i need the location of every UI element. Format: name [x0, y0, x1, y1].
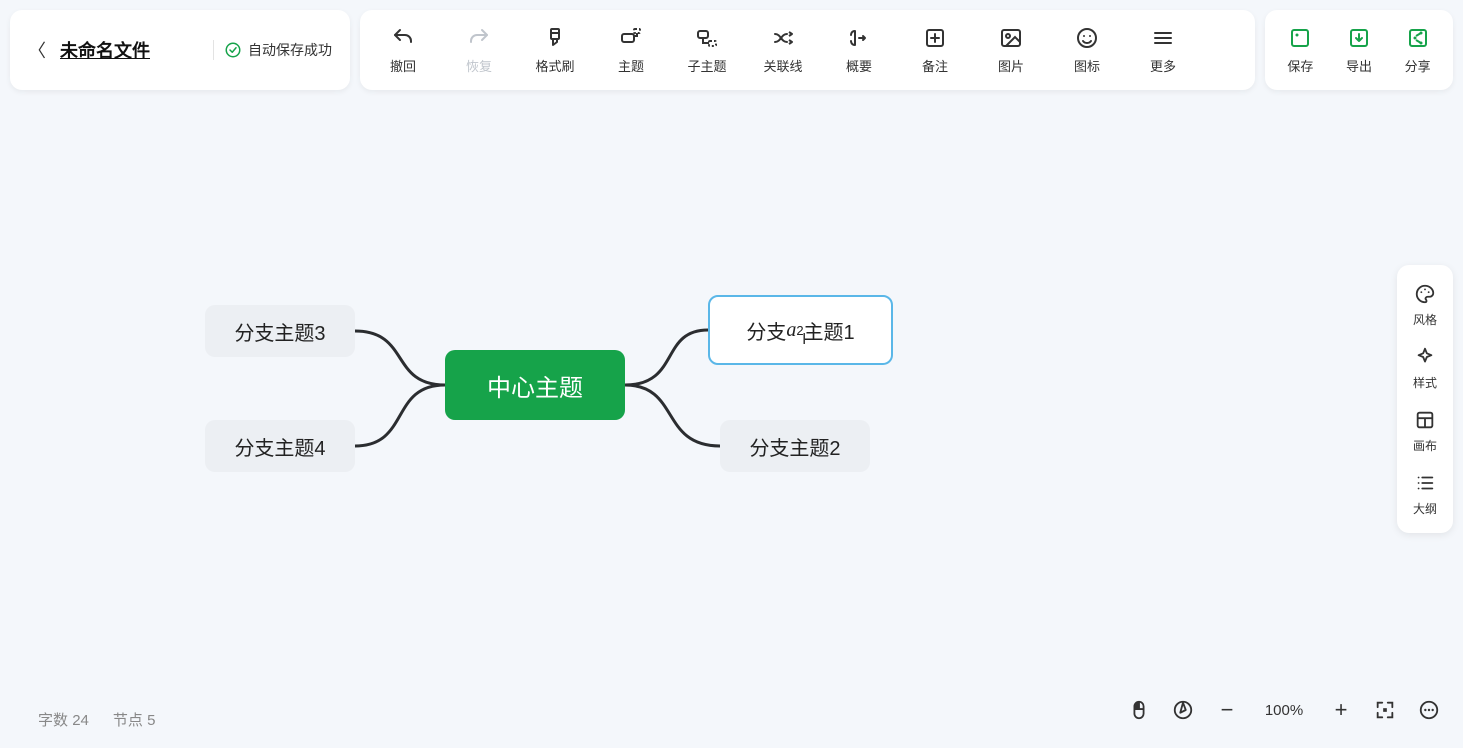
save-label: 保存: [1287, 56, 1313, 75]
center-node[interactable]: 中心主题: [445, 350, 625, 420]
topic-label: 主题: [618, 56, 644, 75]
note-icon: [923, 26, 947, 50]
footer-stats: 字数 24 节点 5: [38, 709, 155, 730]
relation-icon: [771, 26, 795, 50]
dots-icon: [1418, 699, 1440, 721]
export-label: 导出: [1346, 56, 1372, 75]
mindmap-canvas[interactable]: 中心主题 分支a2主题1 I 分支主题2 分支主题3 分支主题4: [0, 100, 1463, 748]
more-label: 更多: [1150, 56, 1176, 75]
summary-icon: [847, 26, 871, 50]
export-button[interactable]: 导出: [1330, 20, 1389, 80]
subtopic-icon: [695, 26, 719, 50]
subtopic-button[interactable]: 子主题: [674, 20, 740, 80]
summary-label: 概要: [846, 56, 872, 75]
branch-node-2[interactable]: 分支主题2: [720, 420, 870, 472]
undo-button[interactable]: 撤回: [370, 20, 436, 80]
title-panel: 〈 未命名文件 自动保存成功: [10, 10, 350, 90]
save-status: 自动保存成功: [213, 40, 332, 60]
fit-screen-button[interactable]: [1373, 698, 1397, 722]
image-button[interactable]: 图片: [978, 20, 1044, 80]
check-icon: [224, 41, 242, 59]
save-status-text: 自动保存成功: [248, 40, 332, 60]
share-icon: [1406, 26, 1430, 50]
compass-button[interactable]: [1171, 698, 1195, 722]
redo-label: 恢复: [466, 56, 492, 75]
more-options-button[interactable]: [1417, 698, 1441, 722]
zoom-out-button[interactable]: −: [1215, 698, 1239, 722]
text-cursor-icon: I: [802, 331, 806, 349]
redo-button[interactable]: 恢复: [446, 20, 512, 80]
topic-icon: [619, 26, 643, 50]
word-count: 字数 24: [38, 709, 89, 730]
fit-icon: [1374, 699, 1396, 721]
filename[interactable]: 未命名文件: [60, 37, 150, 63]
share-button[interactable]: 分享: [1388, 20, 1447, 80]
branch-1-pre: 分支: [746, 316, 786, 345]
smile-icon: [1075, 26, 1099, 50]
zoom-percent[interactable]: 100%: [1259, 702, 1309, 719]
branch-node-4[interactable]: 分支主题4: [205, 420, 355, 472]
note-label: 备注: [922, 56, 948, 75]
zoom-in-button[interactable]: +: [1329, 698, 1353, 722]
format-brush-label: 格式刷: [535, 56, 574, 75]
save-icon: [1288, 26, 1312, 50]
relation-label: 关联线: [763, 56, 802, 75]
brush-icon: [543, 26, 567, 50]
mouse-icon: [1128, 699, 1150, 721]
node-count: 节点 5: [113, 709, 156, 730]
image-icon: [999, 26, 1023, 50]
image-label: 图片: [998, 56, 1024, 75]
note-button[interactable]: 备注: [902, 20, 968, 80]
redo-icon: [467, 26, 491, 50]
export-icon: [1347, 26, 1371, 50]
icon-button[interactable]: 图标: [1054, 20, 1120, 80]
topbar: 〈 未命名文件 自动保存成功 撤回 恢复 格式刷 主题 子主题 关联线 概要 备注 图片 图标 更多…: [0, 10, 1463, 90]
back-button[interactable]: 〈: [28, 37, 46, 63]
summary-button[interactable]: 概要: [826, 20, 892, 80]
format-brush-button[interactable]: 格式刷: [522, 20, 588, 80]
branch-node-1[interactable]: 分支a2主题1 I: [708, 295, 893, 365]
icon-label: 图标: [1074, 56, 1100, 75]
more-icon: [1151, 26, 1175, 50]
relation-button[interactable]: 关联线: [750, 20, 816, 80]
save-button[interactable]: 保存: [1271, 20, 1330, 80]
mouse-mode-button[interactable]: [1127, 698, 1151, 722]
branch-node-3[interactable]: 分支主题3: [205, 305, 355, 357]
footer-controls: − 100% +: [1127, 698, 1441, 722]
more-button[interactable]: 更多: [1130, 20, 1196, 80]
share-label: 分享: [1405, 56, 1431, 75]
compass-icon: [1172, 699, 1194, 721]
subtopic-label: 子主题: [687, 56, 726, 75]
undo-icon: [391, 26, 415, 50]
undo-label: 撤回: [390, 56, 416, 75]
right-actions-panel: 保存 导出 分享: [1265, 10, 1453, 90]
branch-1-var: a: [786, 319, 796, 342]
toolbar-panel: 撤回 恢复 格式刷 主题 子主题 关联线 概要 备注 图片 图标 更多: [360, 10, 1255, 90]
topic-button[interactable]: 主题: [598, 20, 664, 80]
branch-1-post: 主题1: [804, 316, 855, 345]
